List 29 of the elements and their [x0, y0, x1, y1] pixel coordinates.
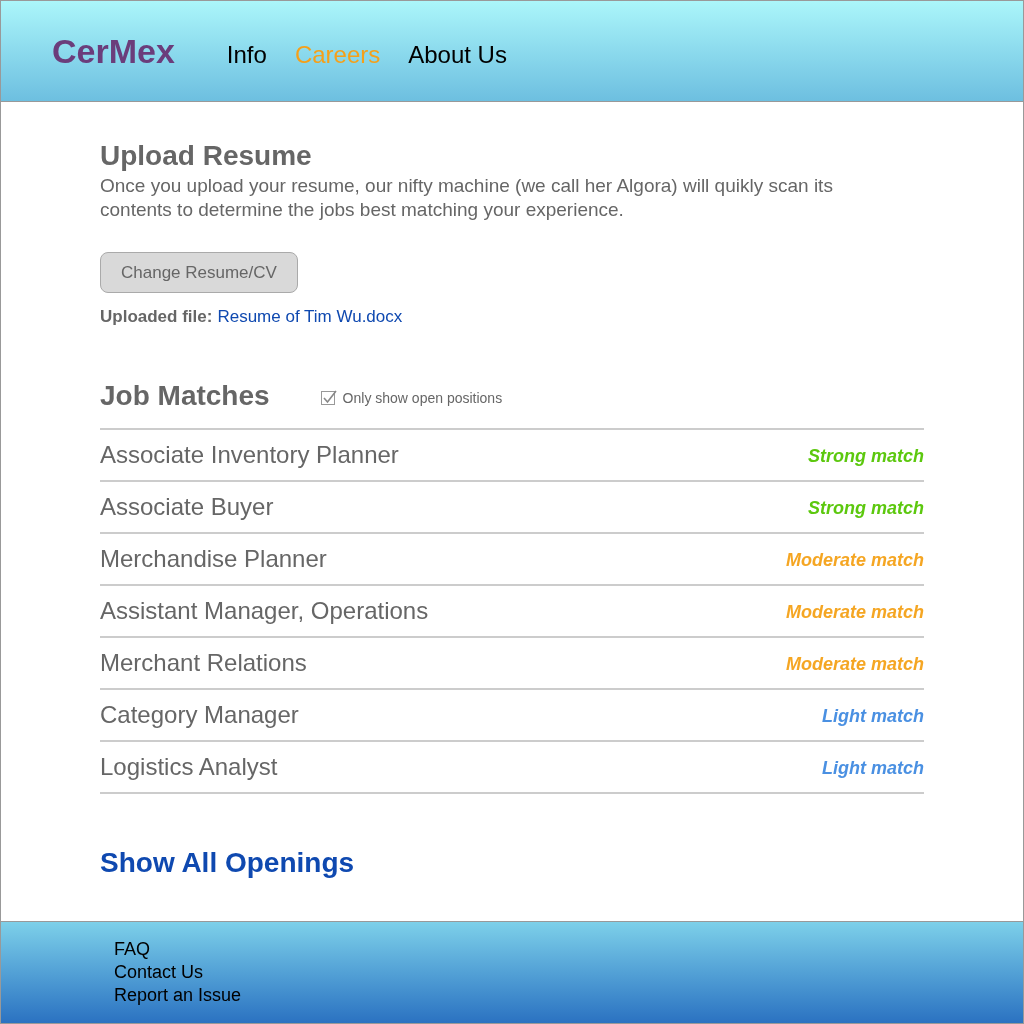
- show-all-openings-link[interactable]: Show All Openings: [100, 845, 355, 881]
- job-title[interactable]: Assistant Manager, Operations: [100, 593, 429, 629]
- match-label: Strong match: [808, 496, 924, 520]
- match-label: Light match: [822, 756, 924, 780]
- checkbox-icon[interactable]: [320, 390, 337, 406]
- job-title[interactable]: Category Manager: [100, 697, 299, 733]
- match-label: Moderate match: [785, 548, 924, 572]
- footer-link[interactable]: Report an Issue: [114, 984, 242, 1007]
- job-title[interactable]: Logistics Analyst: [100, 749, 278, 785]
- nav-link[interactable]: About Us: [408, 43, 507, 67]
- match-label: Light match: [822, 704, 924, 728]
- nav-link[interactable]: Info: [226, 43, 267, 67]
- match-label: Moderate match: [785, 652, 924, 676]
- footer-link[interactable]: Contact Us: [114, 961, 204, 984]
- footer-link[interactable]: FAQ: [114, 938, 150, 961]
- checkbox-label: Only show open positions: [342, 388, 503, 408]
- change-resume-button[interactable]: Change Resume/CV: [100, 252, 298, 293]
- uploaded-file-label: Uploaded file:: [100, 306, 213, 328]
- description-text: Once you upload your resume, our nifty machine (we call her Algora) will quikly scan its contents to determine the jobs best matching your experience.: [100, 174, 834, 222]
- file-link[interactable]: Resume of Tim Wu.docx: [217, 306, 403, 328]
- job-title[interactable]: Merchant Relations: [100, 645, 307, 681]
- job-title[interactable]: Associate Inventory Planner: [100, 437, 399, 473]
- logo[interactable]: CerMex: [52, 34, 175, 68]
- job-title[interactable]: Associate Buyer: [100, 489, 274, 525]
- match-label: Strong match: [808, 444, 924, 468]
- section-title: Upload Resume: [100, 140, 313, 172]
- section-title: Job Matches: [100, 380, 270, 412]
- job-title[interactable]: Merchandise Planner: [100, 541, 327, 577]
- match-label: Moderate match: [785, 600, 924, 624]
